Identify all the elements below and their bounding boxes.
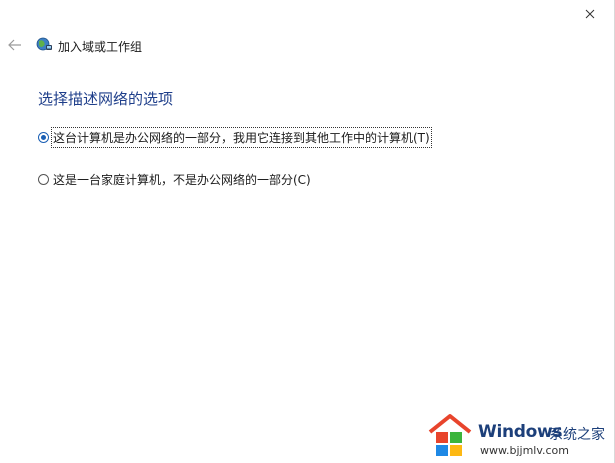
option-work-network-label: 这台计算机是办公网络的一部分，我用它连接到其他工作中的计算机(T): [51, 127, 432, 148]
close-icon: [585, 9, 595, 19]
option-home-computer[interactable]: 这是一台家庭计算机，不是办公网络的一部分(C): [38, 170, 312, 189]
dialog-title: 加入域或工作组: [58, 40, 143, 54]
close-button[interactable]: [580, 4, 600, 24]
option-home-computer-label: 这是一台家庭计算机，不是办公网络的一部分(C): [53, 173, 311, 187]
dialog-header: 加入域或工作组: [0, 32, 614, 60]
watermark: Windows 系统之家 www.bjjmlv.com: [424, 410, 615, 463]
radio-work-network[interactable]: [38, 132, 49, 143]
watermark-brand-cn: 系统之家: [549, 427, 605, 443]
back-arrow-icon: [8, 39, 21, 51]
option-work-network[interactable]: 这台计算机是办公网络的一部分，我用它连接到其他工作中的计算机(T): [38, 127, 432, 148]
windows-house-logo-icon: [428, 414, 472, 456]
page-heading: 选择描述网络的选项: [38, 90, 174, 108]
network-globe-icon: [36, 37, 52, 51]
watermark-url: www.bjjmlv.com: [480, 444, 569, 457]
back-button[interactable]: [6, 36, 24, 54]
radio-home-computer[interactable]: [38, 174, 49, 185]
join-domain-dialog: 加入域或工作组 选择描述网络的选项 这台计算机是办公网络的一部分，我用它连接到其…: [0, 0, 615, 463]
